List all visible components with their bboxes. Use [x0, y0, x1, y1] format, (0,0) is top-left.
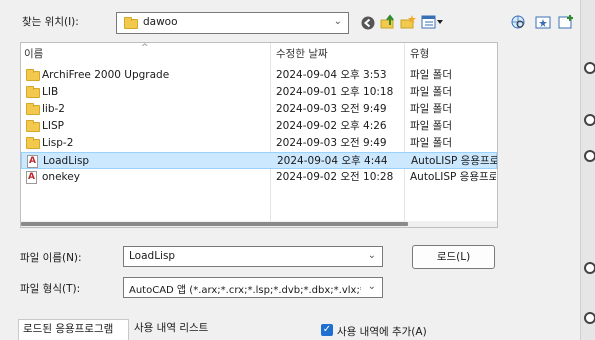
file-modified: 2024-09-04 오후 4:44 — [277, 155, 388, 167]
chevron-down-icon: ⌄ — [367, 250, 376, 261]
filetype-value: AutoCAD 앱 (*.arx;*.crx;*.lsp;*.dvb;*.dbx… — [129, 285, 361, 296]
add-to-history-label[interactable]: 사용 내역에 추가(A) — [337, 324, 427, 339]
file-name: LoadLisp — [43, 155, 90, 167]
chevron-down-icon: ⌄ — [333, 16, 342, 27]
file-type: 파일 폴더 — [410, 120, 452, 132]
folder-icon — [124, 17, 138, 29]
file-modified: 2024-09-01 오후 10:18 — [276, 86, 394, 98]
tab-bar: 로드된 응용프로그램 사용 내역 리스트 — [18, 319, 318, 340]
file-row[interactable]: LoadLisp 2024-09-04 오후 4:44 AutoLISP 응용프로 — [21, 152, 497, 169]
file-type: 파일 폴더 — [410, 103, 452, 115]
file-name: ArchiFree 2000 Upgrade — [42, 69, 170, 81]
file-type: AutoLISP 응용프로 — [411, 155, 497, 167]
horizontal-scrollbar[interactable] — [21, 221, 497, 227]
filetype-label: 파일 형식(T): — [20, 283, 81, 295]
file-row[interactable]: LISP 2024-09-02 오후 4:26 파일 폴더 — [21, 118, 497, 135]
ring-icon — [584, 312, 595, 324]
load-button[interactable]: 로드(L) — [412, 245, 495, 269]
file-type: 파일 폴더 — [410, 69, 452, 81]
file-list[interactable]: ^ 이름 수정한 날짜 유형 ArchiFree 2000 Upgrade 202… — [20, 42, 498, 228]
scrollbar-thumb[interactable] — [21, 222, 408, 226]
file-type: AutoLISP 응용프로 — [410, 171, 496, 183]
file-row[interactable]: LIB 2024-09-01 오후 10:18 파일 폴더 — [21, 84, 497, 101]
file-name: lib-2 — [42, 103, 65, 115]
file-name: Lisp-2 — [42, 137, 74, 149]
column-header-modified[interactable]: 수정한 날짜 — [271, 43, 405, 65]
column-header-name[interactable]: 이름 — [21, 43, 271, 65]
back-icon[interactable] — [360, 15, 376, 31]
file-row[interactable]: lib-2 2024-09-03 오전 9:49 파일 폴더 — [21, 101, 497, 118]
ring-icon — [584, 262, 595, 274]
folder-icon — [26, 69, 40, 81]
file-name: LIB — [42, 86, 59, 98]
look-in-label: 찾는 위치(I): — [22, 16, 79, 28]
filename-label: 파일 이름(N): — [20, 252, 82, 264]
favorites-icon[interactable] — [535, 14, 551, 30]
background-window-edge — [580, 0, 595, 340]
look-in-value: dawoo — [143, 16, 178, 28]
add-to-history-checkbox[interactable]: ✓ — [321, 324, 333, 336]
up-folder-icon[interactable] — [380, 14, 396, 30]
file-type: 파일 폴더 — [410, 86, 452, 98]
column-header-type[interactable]: 유형 — [405, 43, 497, 65]
file-row[interactable]: ArchiFree 2000 Upgrade 2024-09-04 오후 3:53… — [21, 67, 497, 84]
tab-loaded-applications[interactable]: 로드된 응용프로그램 — [18, 319, 129, 340]
folder-icon — [26, 86, 40, 98]
filename-combo[interactable]: LoadLisp ⌄ — [123, 246, 383, 267]
file-type: 파일 폴더 — [410, 137, 452, 149]
look-in-combo[interactable]: dawoo ⌄ — [116, 12, 349, 34]
file-modified: 2024-09-03 오전 9:49 — [276, 103, 387, 115]
tab-history-list[interactable]: 사용 내역 리스트 — [130, 319, 240, 340]
file-row[interactable]: onekey 2024-09-02 오전 10:28 AutoLISP 응용프로 — [21, 169, 497, 186]
search-web-icon[interactable] — [510, 14, 526, 30]
add-favorite-icon[interactable] — [558, 14, 574, 30]
file-modified: 2024-09-04 오후 3:53 — [276, 69, 387, 81]
ring-icon — [584, 62, 595, 74]
file-modified: 2024-09-02 오전 10:28 — [276, 171, 394, 183]
file-name: LISP — [42, 120, 64, 132]
lisp-file-icon — [26, 171, 37, 184]
file-name: onekey — [42, 171, 80, 183]
file-modified: 2024-09-02 오후 4:26 — [276, 120, 387, 132]
views-menu-icon[interactable] — [421, 14, 445, 30]
filename-value: LoadLisp — [129, 250, 176, 262]
folder-icon — [26, 103, 40, 115]
new-folder-icon[interactable] — [400, 14, 416, 30]
folder-icon — [26, 120, 40, 132]
file-modified: 2024-09-03 오전 9:49 — [276, 137, 387, 149]
chevron-down-icon: ⌄ — [367, 281, 376, 292]
folder-icon — [26, 137, 40, 149]
file-row[interactable]: Lisp-2 2024-09-03 오전 9:49 파일 폴더 — [21, 135, 497, 152]
lisp-file-icon — [27, 155, 38, 168]
filetype-combo[interactable]: AutoCAD 앱 (*.arx;*.crx;*.lsp;*.dvb;*.dbx… — [123, 277, 383, 298]
ring-icon — [584, 114, 595, 126]
ring-icon — [584, 150, 595, 162]
